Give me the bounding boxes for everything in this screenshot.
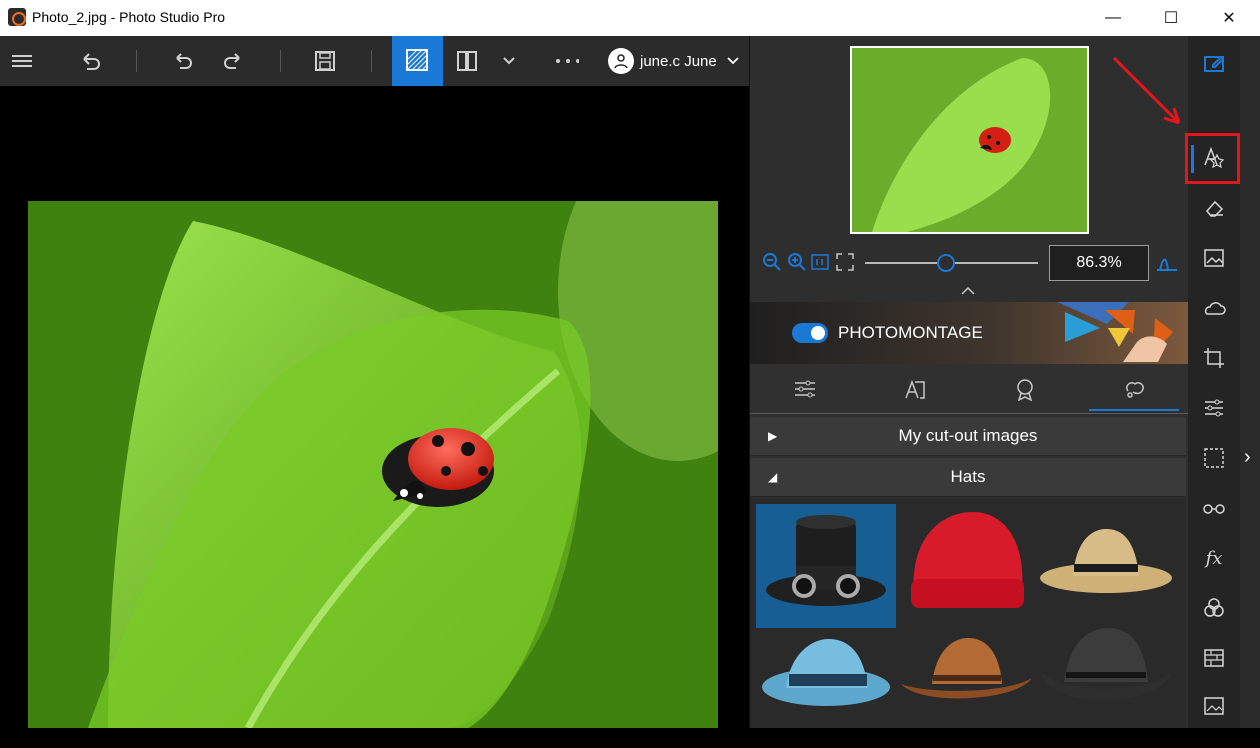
sidebar-collapse-strip[interactable]: ›: [1240, 36, 1260, 728]
photo-icon[interactable]: [1188, 686, 1240, 726]
tab-underline: [1089, 409, 1179, 411]
tab-text[interactable]: [860, 364, 970, 414]
red-arrow-annotation: [1112, 56, 1181, 125]
edit-icon[interactable]: [1188, 44, 1240, 84]
photomontage-banner: PHOTOMONTAGE: [750, 302, 1189, 364]
highlight-box: [1185, 133, 1240, 184]
tab-adjust[interactable]: [750, 364, 860, 414]
window-title: Photo_2.jpg - Photo Studio Pro: [32, 9, 226, 25]
group-label: Hats: [950, 467, 986, 486]
close-button[interactable]: ✕: [1206, 0, 1252, 36]
weather-icon[interactable]: [1188, 288, 1240, 328]
user-name: june.c June: [640, 52, 717, 70]
user-avatar: [608, 48, 634, 74]
tab-stamp[interactable]: [970, 364, 1080, 414]
zoom-value: 86.3%: [1076, 254, 1122, 271]
right-panel: 86.3% PHOTOMONTAGE ▶ My cut-out images ◢…: [749, 36, 1189, 728]
save-icon[interactable]: [313, 49, 337, 73]
texture-icon[interactable]: [1188, 638, 1240, 678]
chevron-down-icon[interactable]: [497, 49, 521, 73]
zoom-controls: 86.3%: [750, 242, 1189, 286]
group-my-cutout-images[interactable]: ▶ My cut-out images: [750, 417, 1186, 456]
image-icon[interactable]: [1188, 238, 1240, 278]
hat-item-straw-cowboy-hat[interactable]: [1036, 504, 1176, 628]
collapse-up-icon[interactable]: [960, 283, 976, 301]
fit-screen-icon[interactable]: [836, 253, 854, 276]
history-undo-icon[interactable]: [78, 49, 102, 73]
compare-view-icon[interactable]: [455, 49, 479, 73]
eraser-icon[interactable]: [1188, 188, 1240, 228]
fx-icon[interactable]: fx: [1188, 538, 1240, 578]
selection-icon[interactable]: [1188, 438, 1240, 478]
app-icon: [8, 8, 26, 26]
zoom-slider-thumb[interactable]: [937, 254, 955, 272]
hat-item-top-hat-goggles[interactable]: [756, 504, 896, 628]
tab-cutouts[interactable]: [1080, 364, 1190, 414]
title-bar: Photo_2.jpg - Photo Studio Pro — ☐ ✕: [0, 0, 1260, 36]
zoom-value-field[interactable]: 86.3%: [1049, 245, 1149, 281]
zoom-in-icon[interactable]: [787, 252, 807, 277]
maximize-button[interactable]: ☐: [1148, 0, 1194, 36]
user-menu[interactable]: june.c June: [608, 48, 739, 74]
tangram-icon: [1057, 302, 1173, 362]
group-hats[interactable]: ◢ Hats: [750, 458, 1186, 497]
menu-icon[interactable]: [10, 49, 34, 73]
cutout-icon: [1126, 381, 1144, 398]
undo-icon[interactable]: [170, 49, 194, 73]
text-frame-icon: [905, 379, 925, 399]
user-chevron-icon: [727, 57, 739, 65]
navigator-thumbnail[interactable]: [850, 46, 1089, 234]
crop-icon[interactable]: [1188, 338, 1240, 378]
actual-size-icon[interactable]: [811, 254, 829, 275]
hat-gallery: [750, 498, 1186, 728]
more-icon[interactable]: [555, 49, 579, 73]
photomontage-toggle[interactable]: [792, 323, 828, 343]
hat-item-brown-cowboy-hat[interactable]: [896, 624, 1036, 748]
photomontage-label: PHOTOMONTAGE: [838, 323, 983, 342]
badge-icon: [1017, 379, 1033, 401]
group-label: My cut-out images: [898, 426, 1038, 445]
histogram-icon[interactable]: [1156, 253, 1178, 276]
hat-item-black-cowboy-hat[interactable]: [1036, 624, 1176, 748]
sliders-tool-icon[interactable]: [1188, 388, 1240, 428]
glasses-icon[interactable]: [1188, 488, 1240, 528]
minimize-button[interactable]: —: [1090, 0, 1136, 36]
sliders-icon: [795, 380, 815, 398]
redo-icon[interactable]: [222, 49, 246, 73]
hat-item-red-beanie[interactable]: [896, 504, 1036, 628]
expand-arrow-icon: ▶: [768, 429, 778, 443]
single-view-button[interactable]: [392, 36, 443, 86]
hat-item-blue-fedora[interactable]: [756, 624, 896, 748]
main-photo: [28, 201, 718, 728]
zoom-out-icon[interactable]: [762, 252, 782, 277]
panel-tabs: [750, 364, 1189, 414]
collapse-arrow-icon: ◢: [768, 470, 778, 484]
chevron-right-icon: ›: [1244, 446, 1251, 468]
color-circles-icon[interactable]: [1188, 588, 1240, 628]
